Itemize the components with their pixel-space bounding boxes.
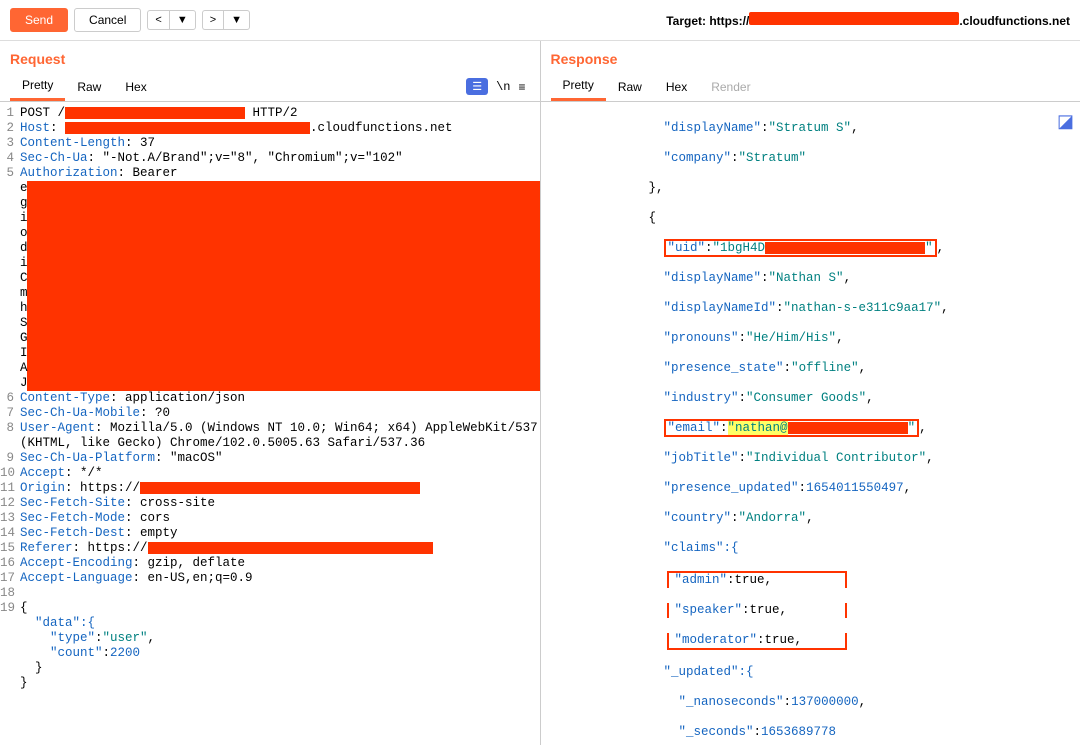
resp-tab-pretty[interactable]: Pretty — [551, 72, 606, 101]
toolbar: Send Cancel < ▼ > ▼ Target: https://.clo… — [0, 0, 1080, 41]
response-pane: Response ◪ Pretty Raw Hex Render "displa… — [541, 41, 1080, 745]
inspector-icon[interactable]: ◪ — [1057, 111, 1074, 132]
fwd-dd[interactable]: ▼ — [223, 10, 250, 30]
back-dd[interactable]: ▼ — [169, 10, 196, 30]
resp-tab-hex[interactable]: Hex — [654, 74, 699, 100]
response-body[interactable]: "displayName":"Stratum S", "company":"St… — [541, 102, 1080, 745]
response-tabs: Pretty Raw Hex Render — [541, 72, 1080, 102]
tab-pretty[interactable]: Pretty — [10, 72, 65, 101]
resp-tab-raw[interactable]: Raw — [606, 74, 654, 100]
back-group: < ▼ — [147, 10, 195, 30]
tab-raw[interactable]: Raw — [65, 74, 113, 100]
response-title: Response — [541, 41, 1080, 72]
request-title: Request — [0, 41, 540, 72]
request-tabs: Pretty Raw Hex ☰ \n ≡ — [0, 72, 540, 102]
tab-hex[interactable]: Hex — [113, 74, 158, 100]
resp-tab-render[interactable]: Render — [699, 74, 762, 100]
fwd-group: > ▼ — [202, 10, 250, 30]
cancel-button[interactable]: Cancel — [74, 8, 141, 32]
request-body[interactable]: 1POST / HTTP/2 2Host: .cloudfunctions.ne… — [0, 102, 540, 701]
beautify-icon[interactable]: ☰ — [466, 78, 488, 95]
target-label: Target: https://.cloudfunctions.net — [666, 12, 1070, 28]
request-pane: Request Pretty Raw Hex ☰ \n ≡ 1POST / HT… — [0, 41, 541, 745]
main-split: Request Pretty Raw Hex ☰ \n ≡ 1POST / HT… — [0, 41, 1080, 745]
back-button[interactable]: < — [147, 10, 168, 30]
hamburger-icon[interactable]: ≡ — [518, 80, 525, 94]
newline-toggle[interactable]: \n — [496, 80, 510, 94]
fwd-button[interactable]: > — [202, 10, 223, 30]
send-button[interactable]: Send — [10, 8, 68, 32]
